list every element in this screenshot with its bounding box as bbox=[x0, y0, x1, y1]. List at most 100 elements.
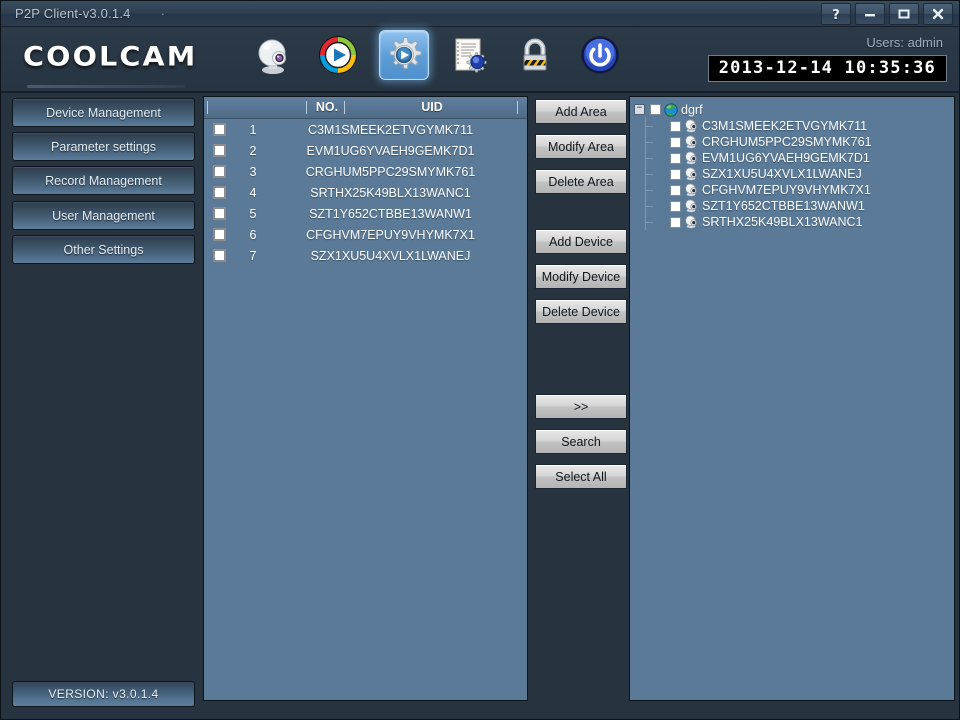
row-checkbox[interactable] bbox=[213, 249, 226, 262]
tree-item[interactable]: C3M1SMEEK2ETVGYMK711 bbox=[630, 117, 954, 134]
camera-node-icon bbox=[685, 135, 697, 149]
tree-node-checkbox[interactable] bbox=[670, 152, 681, 164]
window-controls: ? bbox=[821, 3, 953, 25]
tree-root-label: dgrf bbox=[681, 102, 703, 117]
camera-node-icon bbox=[685, 183, 697, 197]
device-list-panel: NO. UID 1 C3M1SMEEK2ETVGYMK711 2 EVM1UG6… bbox=[203, 96, 528, 701]
maximize-button[interactable] bbox=[889, 3, 919, 25]
table-row[interactable]: 5 SZT1Y652CTBBE13WANW1 bbox=[204, 203, 527, 224]
row-checkbox[interactable] bbox=[213, 228, 226, 241]
row-checkbox[interactable] bbox=[213, 144, 226, 157]
add-area-button[interactable]: Add Area bbox=[535, 99, 627, 124]
search-button[interactable]: Search bbox=[535, 429, 627, 454]
app-header: COOLCAM Users: admin 2013-12-14 10:35:36 bbox=[1, 27, 959, 93]
settings-gear-icon[interactable] bbox=[379, 30, 429, 80]
power-icon[interactable] bbox=[576, 31, 624, 79]
header-divider bbox=[344, 101, 345, 114]
row-checkbox[interactable] bbox=[213, 207, 226, 220]
row-no: 7 bbox=[249, 248, 257, 263]
log-icon[interactable] bbox=[446, 31, 494, 79]
tree-node-checkbox[interactable] bbox=[670, 168, 681, 180]
main-toolbar bbox=[249, 30, 624, 80]
delete-device-button[interactable]: Delete Device bbox=[535, 299, 627, 324]
close-button[interactable] bbox=[923, 3, 953, 25]
sidebar-item-other-settings[interactable]: Other Settings bbox=[12, 235, 195, 264]
tree-root-node[interactable]: − dgrf bbox=[630, 101, 954, 118]
title-separator-dot: · bbox=[160, 6, 165, 21]
row-no: 6 bbox=[249, 227, 257, 242]
title-bar: P2P Client-v3.0.1.4 · ? bbox=[1, 1, 959, 27]
row-uid: CFGHVM7EPUY9VHYMK7X1 bbox=[306, 227, 475, 242]
sidebar-item-record-management[interactable]: Record Management bbox=[12, 166, 195, 195]
column-header-no[interactable]: NO. bbox=[310, 100, 344, 114]
playback-icon[interactable] bbox=[314, 31, 362, 79]
header-divider bbox=[517, 101, 518, 114]
tree-node-checkbox[interactable] bbox=[670, 120, 681, 132]
version-button[interactable]: VERSION: v3.0.1.4 bbox=[12, 681, 195, 707]
table-row[interactable]: 4 SRTHX25K49BLX13WANC1 bbox=[204, 182, 527, 203]
svg-text:?: ? bbox=[832, 8, 840, 21]
tree-item-label: SZT1Y652CTBBE13WANW1 bbox=[702, 199, 865, 213]
camera-node-icon bbox=[685, 167, 697, 181]
minimize-button[interactable] bbox=[855, 3, 885, 25]
header-divider bbox=[306, 101, 307, 114]
help-button[interactable]: ? bbox=[821, 3, 851, 25]
camera-icon[interactable] bbox=[249, 31, 297, 79]
camera-node-icon bbox=[685, 199, 697, 213]
globe-icon bbox=[664, 102, 678, 117]
delete-area-button[interactable]: Delete Area bbox=[535, 169, 627, 194]
row-uid: SZT1Y652CTBBE13WANW1 bbox=[309, 206, 472, 221]
modify-area-button[interactable]: Modify Area bbox=[535, 134, 627, 159]
tree-item-label: CFGHVM7EPUY9VHYMK7X1 bbox=[702, 183, 871, 197]
tree-item[interactable]: CRGHUM5PPC29SMYMK761 bbox=[630, 133, 954, 150]
sidebar-item-device-management[interactable]: Device Management bbox=[12, 98, 195, 127]
table-row[interactable]: 3 CRGHUM5PPC29SMYMK761 bbox=[204, 161, 527, 182]
table-row[interactable]: 1 C3M1SMEEK2ETVGYMK711 bbox=[204, 119, 527, 140]
move-right-button[interactable]: >> bbox=[535, 394, 627, 419]
table-row[interactable]: 7 SZX1XU5U4XVLX1LWANEJ bbox=[204, 245, 527, 266]
camera-node-icon bbox=[685, 119, 697, 133]
tree-item[interactable]: SZT1Y652CTBBE13WANW1 bbox=[630, 197, 954, 214]
row-checkbox[interactable] bbox=[213, 123, 226, 136]
tree-node-checkbox[interactable] bbox=[670, 184, 681, 196]
row-uid: CRGHUM5PPC29SMYMK761 bbox=[305, 164, 476, 179]
table-row[interactable]: 2 EVM1UG6YVAEH9GEMK7D1 bbox=[204, 140, 527, 161]
device-list-body: 1 C3M1SMEEK2ETVGYMK711 2 EVM1UG6YVAEH9GE… bbox=[204, 119, 527, 266]
tree-node-checkbox[interactable] bbox=[670, 136, 681, 148]
coolcam-logo: COOLCAM bbox=[23, 41, 198, 73]
row-no: 5 bbox=[249, 206, 257, 221]
select-all-button[interactable]: Select All bbox=[535, 464, 627, 489]
row-checkbox[interactable] bbox=[213, 186, 226, 199]
sidebar-item-user-management[interactable]: User Management bbox=[12, 201, 195, 230]
user-label: Users: admin bbox=[866, 35, 943, 50]
tree-item-label: SRTHX25K49BLX13WANC1 bbox=[702, 215, 863, 229]
sidebar-item-parameter-settings[interactable]: Parameter settings bbox=[12, 132, 195, 161]
table-row[interactable]: 6 CFGHVM7EPUY9VHYMK7X1 bbox=[204, 224, 527, 245]
modify-device-button[interactable]: Modify Device bbox=[535, 264, 627, 289]
row-uid: SZX1XU5U4XVLX1LWANEJ bbox=[310, 248, 471, 263]
row-uid: EVM1UG6YVAEH9GEMK7D1 bbox=[306, 143, 475, 158]
row-uid: SRTHX25K49BLX13WANC1 bbox=[310, 185, 471, 200]
main-body: Device Management Parameter settings Rec… bbox=[1, 93, 959, 719]
row-checkbox[interactable] bbox=[213, 165, 226, 178]
tree-item[interactable]: SZX1XU5U4XVLX1LWANEJ bbox=[630, 165, 954, 182]
camera-node-icon bbox=[685, 151, 697, 165]
tree-item[interactable]: SRTHX25K49BLX13WANC1 bbox=[630, 213, 954, 230]
add-device-button[interactable]: Add Device bbox=[535, 229, 627, 254]
lock-icon[interactable] bbox=[511, 31, 559, 79]
camera-node-icon bbox=[685, 215, 697, 229]
tree-node-checkbox[interactable] bbox=[670, 200, 681, 212]
column-header-uid[interactable]: UID bbox=[349, 100, 515, 114]
tree-item-label: CRGHUM5PPC29SMYMK761 bbox=[702, 135, 872, 149]
tree-item-label: C3M1SMEEK2ETVGYMK711 bbox=[702, 119, 868, 133]
tree-node-checkbox[interactable] bbox=[670, 216, 681, 228]
row-no: 4 bbox=[249, 185, 257, 200]
row-no: 3 bbox=[249, 164, 257, 179]
row-uid: C3M1SMEEK2ETVGYMK711 bbox=[307, 122, 474, 137]
window-title: P2P Client-v3.0.1.4 bbox=[15, 6, 131, 21]
tree-node-checkbox[interactable] bbox=[650, 104, 661, 115]
device-tree-panel: − dgrf C3M1SMEEK2ETVGYMK711 CRGHUM5PPC29… bbox=[629, 96, 955, 701]
tree-item[interactable]: CFGHVM7EPUY9VHYMK7X1 bbox=[630, 181, 954, 198]
tree-item[interactable]: EVM1UG6YVAEH9GEMK7D1 bbox=[630, 149, 954, 166]
collapse-expander-icon[interactable]: − bbox=[634, 104, 645, 115]
